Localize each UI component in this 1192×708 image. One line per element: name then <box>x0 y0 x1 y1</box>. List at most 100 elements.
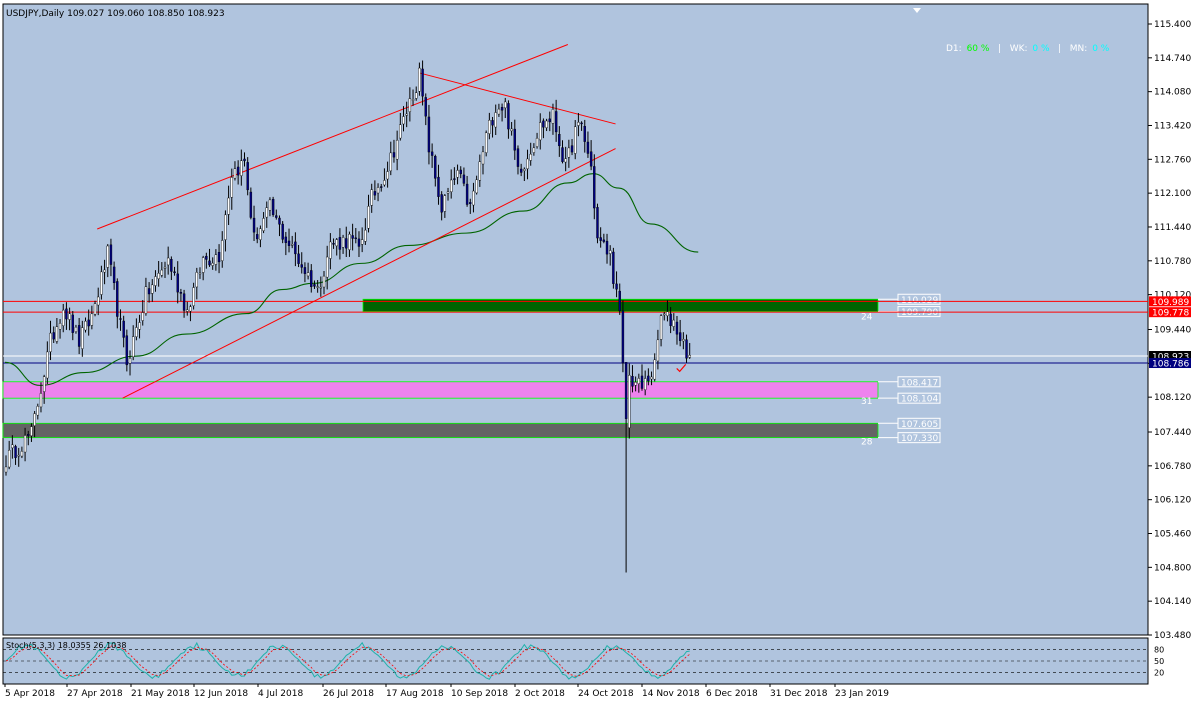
bull-candle-body <box>7 450 11 468</box>
bull-candle-body <box>186 309 189 312</box>
bull-candle-body <box>663 313 666 316</box>
hud-d1-label: D1: <box>946 44 962 54</box>
bull-candle-body <box>100 271 103 295</box>
bear-candle-body <box>52 332 55 340</box>
bear-candle-body <box>678 332 682 341</box>
bear-candle-body <box>519 168 523 173</box>
bull-candle-body <box>364 229 367 242</box>
bull-candle-body <box>81 327 84 349</box>
bear-candle-body <box>631 376 634 387</box>
price-tick-label: 108.120 <box>1154 393 1191 403</box>
bull-candle-body <box>484 132 488 153</box>
bear-candle-body <box>548 118 551 123</box>
bull-candle-body <box>227 197 230 215</box>
bull-candle-body <box>609 250 612 254</box>
bear-candle-body <box>392 152 396 158</box>
bull-candle-body <box>262 218 265 231</box>
bull-candle-body <box>11 444 14 449</box>
zone-low-label: 107.330 <box>901 434 938 444</box>
bear-candle-body <box>380 186 383 188</box>
bull-candle-body <box>160 269 164 276</box>
candle <box>246 157 249 196</box>
zone-touch-count: 31 <box>861 397 872 407</box>
bull-candle-body <box>103 269 106 273</box>
candle <box>271 196 275 217</box>
hud-mn-value: 0 % <box>1092 44 1110 54</box>
bull-candle-body <box>656 339 660 362</box>
bull-candle-body <box>322 275 326 288</box>
bear-candle-body <box>170 259 173 272</box>
bull-candle-body <box>268 199 272 211</box>
time-tick-label: 27 Apr 2018 <box>67 689 123 699</box>
bull-candle-body <box>574 126 577 154</box>
bull-candle-body <box>472 190 475 206</box>
bull-candle-body <box>348 233 351 250</box>
hud-separator: | <box>998 44 1002 54</box>
bull-candle-body <box>341 237 345 248</box>
bull-candle-body <box>643 378 647 390</box>
bear-candle-body <box>580 122 583 125</box>
candle <box>621 300 625 373</box>
bear-candle-body <box>669 313 672 326</box>
bull-candle-body <box>30 426 33 436</box>
bull-candle-body <box>230 177 233 198</box>
price-tag-label: 108.786 <box>1152 360 1189 370</box>
price-tick-label: 106.780 <box>1154 462 1191 472</box>
price-tick-label: 113.420 <box>1154 121 1191 131</box>
bear-candle-body <box>278 217 281 225</box>
bull-candle-body <box>494 112 497 128</box>
bear-candle-body <box>252 217 256 233</box>
bull-candle-body <box>325 256 329 278</box>
bull-candle-body <box>450 179 453 193</box>
bull-candle-body <box>481 151 485 165</box>
candle <box>249 187 253 220</box>
bull-candle-body <box>488 120 491 134</box>
trend-strength-hud: D1: 60 % | WK: 0 % | MN: 0 % <box>946 44 1109 54</box>
bear-candle-body <box>249 191 253 218</box>
bull-candle-body <box>221 240 224 261</box>
bull-candle-body <box>144 286 148 314</box>
bear-candle-body <box>345 238 348 249</box>
bull-candle-body <box>329 241 332 259</box>
time-tick-label: 17 Aug 2018 <box>386 689 444 699</box>
bull-candle-body <box>141 312 144 321</box>
bear-candle-body <box>491 120 494 126</box>
stochastic-level-label: 50 <box>1154 657 1164 666</box>
price-tick-label: 115.400 <box>1154 20 1191 30</box>
price-chart[interactable]: 115.400 114.740 114.080 113.420 112.760 112.1… <box>0 0 1192 708</box>
bull-candle-body <box>192 287 195 306</box>
bull-candle-body <box>551 109 555 124</box>
bull-candle-body <box>370 189 373 206</box>
bull-candle-body <box>478 161 482 181</box>
zone-touch-count: 24 <box>861 312 873 322</box>
bull-candle-body <box>211 262 214 266</box>
candle <box>612 247 615 289</box>
bear-candle-body <box>300 264 303 268</box>
bear-candle-body <box>116 281 119 317</box>
bull-candle-body <box>637 378 641 384</box>
bear-candle-body <box>647 375 650 382</box>
stochastic-level-label: 80 <box>1154 646 1164 655</box>
bull-candle-body <box>198 272 202 275</box>
time-tick-label: 24 Oct 2018 <box>578 689 634 699</box>
bear-candle-body <box>440 194 443 213</box>
bull-candle-body <box>55 326 59 342</box>
price-tick-label: 107.440 <box>1154 428 1191 438</box>
bull-candle-body <box>628 375 631 429</box>
bull-candle-body <box>39 393 43 408</box>
bear-candle-body <box>561 147 564 162</box>
bull-candle-body <box>456 170 459 178</box>
price-tick-label: 109.440 <box>1154 325 1191 335</box>
bull-candle-body <box>154 276 157 286</box>
bull-candle-body <box>93 303 97 315</box>
bear-candle-body <box>618 290 621 312</box>
price-tick-label: 111.440 <box>1154 223 1191 233</box>
bull-candle-body <box>62 309 65 326</box>
bull-candle-body <box>4 466 8 473</box>
bear-candle-body <box>424 97 427 117</box>
bull-candle-body <box>650 376 653 380</box>
time-tick-label: 21 May 2018 <box>131 689 190 699</box>
bull-candle-body <box>335 239 338 247</box>
bear-candle-body <box>640 375 644 389</box>
bull-candle-body <box>497 108 501 115</box>
